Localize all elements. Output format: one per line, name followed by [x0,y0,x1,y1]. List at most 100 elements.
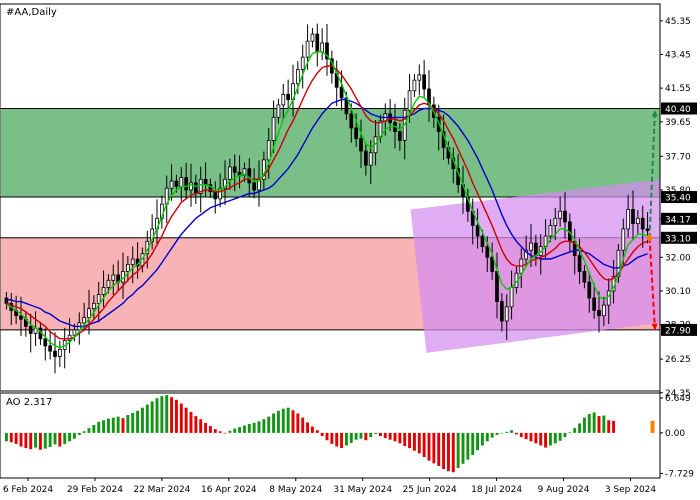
candle-body [412,79,417,92]
ao-bar [500,432,504,434]
candle-body [43,338,48,347]
candle-body [184,177,189,191]
ao-bar [437,432,441,466]
candle-body [295,69,300,85]
candle-body [252,182,257,191]
chart-svg: 45.3543.4541.5539.6537.7035.8034.1732.00… [0,3,697,495]
candle-body [359,138,363,152]
ao-bar [233,428,237,433]
candle-body [130,258,135,265]
candle-body [480,235,485,248]
ao-bar [466,432,470,460]
resistance-zone [1,108,660,198]
ao-bar [179,403,183,433]
ao-bar [204,422,208,433]
ao-bar [471,432,475,455]
ao-bar [524,432,528,440]
ao-bar [534,432,538,444]
x-tick-label: 22 Mar 2024 [133,485,190,495]
ao-bar [247,423,251,433]
candle-body [48,345,53,352]
ao-bar [136,410,140,433]
candle-body [28,325,33,334]
candle-body [310,33,315,42]
candle-body [87,308,91,318]
ao-bar [602,415,606,433]
x-tick-label: 25 Jun 2024 [403,485,457,495]
x-tick-label: 6 Feb 2024 [3,485,54,495]
ao-bar [344,432,348,446]
ao-bar [442,432,446,470]
ao-bar [208,426,212,433]
ao-bar [485,432,489,442]
ao-bar [417,432,421,454]
candle-body [582,271,587,283]
ao-bar [296,413,300,433]
ao-bar [223,432,227,434]
candle-body [286,93,290,101]
ao-bar [612,420,616,433]
candle-body [602,304,606,317]
candle-body [563,210,567,223]
ao-indicator-title: AO 2.317 [6,397,52,408]
y-tick-label: 30.10 [665,287,691,297]
ao-bar [310,426,314,433]
ao-bar [539,432,543,446]
candle-body [631,209,635,225]
ao-bar [34,432,38,448]
ao-bar [315,430,319,433]
candle-body [388,113,392,124]
ao-bar [72,432,76,439]
candle-body [72,329,77,336]
candle-body [577,255,582,272]
ao-bar [519,432,523,438]
ao-bar [383,432,387,439]
candle-body [354,127,358,140]
x-tick-label: 16 Apr 2024 [201,485,257,495]
ao-bar [4,432,8,442]
ao-bar [48,432,52,448]
candle-body [645,228,650,232]
candle-body [548,224,553,237]
x-tick-label: 3 Sep 2024 [605,485,657,495]
ao-bar [242,425,246,433]
ao-current-bar [650,420,655,433]
ao-bar [97,421,101,433]
ao-bar [184,407,188,433]
ao-bar [412,432,416,451]
ao-bar [63,432,67,444]
y-tick-label: 45.35 [665,17,691,27]
price-tag-label: 27.90 [665,326,691,336]
candle-body [315,33,320,53]
candle-body [111,274,116,281]
ao-bar [510,430,514,433]
x-tick-label: 29 Feb 2024 [67,485,123,495]
ao-bar [267,416,271,433]
ao-bar [252,422,256,433]
candle-body [92,302,96,310]
ao-bar [378,432,382,437]
candle-body [53,350,57,357]
ao-bar [573,428,577,433]
candle-body [597,310,601,317]
ao-bar [364,432,368,441]
ao-bar [456,432,460,469]
ao-bar [82,431,86,433]
ao-bar [325,432,329,441]
candle-body [485,246,490,258]
ao-bar [553,432,557,444]
candle-body [82,317,87,324]
candle-body [363,150,368,166]
ao-bar [145,404,149,433]
candle-body [4,297,9,304]
candle-body [422,74,426,90]
candle-body [276,104,281,118]
ao-bar [19,432,23,447]
ao-bar [374,432,378,434]
ao-bar [291,410,295,433]
ao-y-tick-label: 0.00 [665,429,685,439]
ao-bar [393,432,397,442]
candle-body [320,42,324,53]
ao-bar [529,432,533,442]
ao-bar [607,420,611,433]
